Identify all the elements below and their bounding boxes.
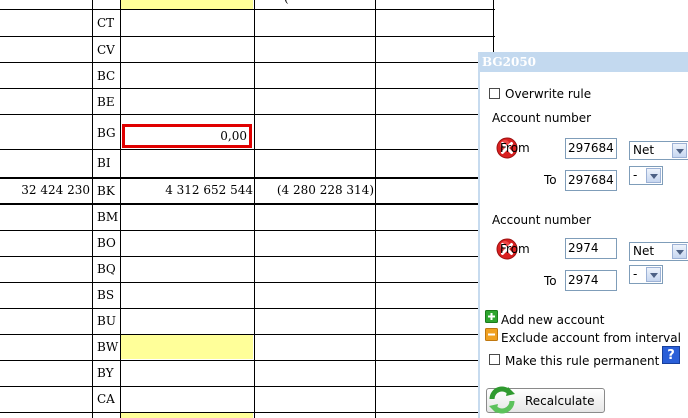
- from-label: From: [500, 242, 530, 256]
- chevron-down-icon: [646, 267, 661, 282]
- row-code-bw: BW: [97, 340, 119, 354]
- permanent-rule-checkbox[interactable]: [489, 354, 500, 365]
- overwrite-rule-label: Overwrite rule: [505, 87, 592, 101]
- to-account-input[interactable]: 297684: [565, 170, 617, 191]
- grid-hline: [0, 282, 495, 283]
- grid-hline: [0, 334, 495, 335]
- chevron-down-icon: [672, 143, 687, 158]
- account-grid: ( CT CV BC BE BG BI BK BM BO BQ BS BU BW…: [0, 0, 495, 418]
- to-type-select[interactable]: -: [629, 265, 663, 284]
- row-code-bq: BQ: [97, 262, 116, 276]
- exclude-account-link[interactable]: Exclude account from interval: [501, 331, 681, 345]
- row-code-bi: BI: [97, 156, 111, 170]
- grid-hline: [0, 177, 495, 179]
- grid-hline: [0, 9, 495, 10]
- bk-col1-value: 32 424 230: [21, 183, 90, 197]
- grid-hline: [0, 230, 495, 231]
- highlight-cell-top: [121, 0, 253, 9]
- row-code-be: BE: [97, 95, 115, 109]
- plus-icon[interactable]: [485, 310, 498, 323]
- panel-title: BG2050: [480, 52, 688, 72]
- minus-icon[interactable]: [485, 328, 498, 341]
- help-question-icon[interactable]: ?: [662, 346, 680, 364]
- row-code-bs: BS: [97, 288, 115, 302]
- row-code-bu: BU: [97, 314, 116, 328]
- select-value: -: [633, 168, 638, 182]
- bk-col3-value: 4 312 652 544: [165, 183, 253, 197]
- from-account-input[interactable]: 2974: [565, 238, 617, 259]
- row-code-ct: CT: [97, 16, 115, 30]
- row-code-ca: CA: [97, 392, 115, 406]
- to-label: To: [544, 173, 557, 187]
- row-code-bg: BG: [97, 126, 116, 140]
- row-code-bk: BK: [97, 184, 115, 198]
- account-number-header: Account number: [492, 111, 592, 125]
- row-code-bm: BM: [97, 210, 119, 224]
- grid-hline: [0, 386, 495, 387]
- highlight-cell-bw: [121, 335, 253, 359]
- to-account-input[interactable]: 2974: [565, 270, 617, 291]
- from-type-select[interactable]: Net: [629, 242, 688, 261]
- bk-col4-value: (4 280 228 314): [276, 183, 374, 197]
- grid-hline: [0, 114, 495, 115]
- grid-hline: [0, 308, 495, 309]
- page: ( CT CV BC BE BG BI BK BM BO BQ BS BU BW…: [0, 0, 688, 418]
- grid-hline: [0, 36, 495, 37]
- partial-cell-text: (: [284, 0, 289, 5]
- chevron-down-icon: [672, 244, 687, 259]
- row-code-by: BY: [97, 366, 114, 380]
- rule-panel: BG2050 Overwrite rule Account number Fro…: [478, 52, 688, 418]
- to-type-select[interactable]: -: [629, 166, 663, 185]
- from-type-select[interactable]: Net: [629, 141, 688, 160]
- row-code-bo: BO: [97, 236, 116, 250]
- from-label: From: [500, 141, 530, 155]
- permanent-rule-label: Make this rule permanent: [505, 354, 660, 368]
- grid-hline: [0, 360, 495, 361]
- chevron-down-icon: [646, 168, 661, 183]
- select-value: Net: [633, 143, 655, 157]
- account-number-header: Account number: [492, 213, 592, 227]
- to-label: To: [544, 274, 557, 288]
- highlight-cell-bottom: [121, 413, 253, 418]
- grid-hline: [0, 256, 495, 257]
- overwrite-rule-checkbox[interactable]: [489, 88, 500, 99]
- row-code-bc: BC: [97, 69, 116, 83]
- recalculate-button[interactable]: Recalculate: [486, 386, 605, 414]
- select-value: Net: [633, 244, 655, 258]
- grid-hline: [0, 412, 495, 413]
- grid-hline: [0, 62, 495, 63]
- add-account-link[interactable]: Add new account: [501, 313, 604, 327]
- grid-hline: [0, 149, 495, 150]
- row-code-cv: CV: [97, 43, 115, 57]
- grid-hline: [0, 203, 495, 205]
- bg-value-input[interactable]: 0,00: [122, 124, 252, 148]
- from-account-input[interactable]: 297684: [565, 138, 617, 159]
- select-value: -: [633, 267, 638, 281]
- grid-hline: [0, 88, 495, 89]
- recalculate-label: Recalculate: [525, 394, 595, 408]
- recalculate-arrows-icon: [489, 386, 515, 414]
